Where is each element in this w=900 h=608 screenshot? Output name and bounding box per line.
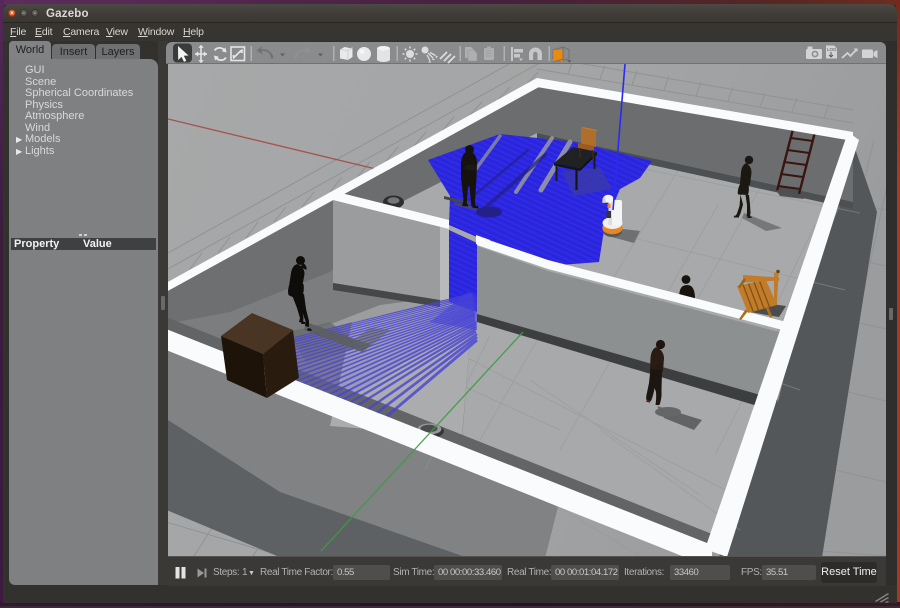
svg-text:LOG: LOG [827, 47, 837, 52]
